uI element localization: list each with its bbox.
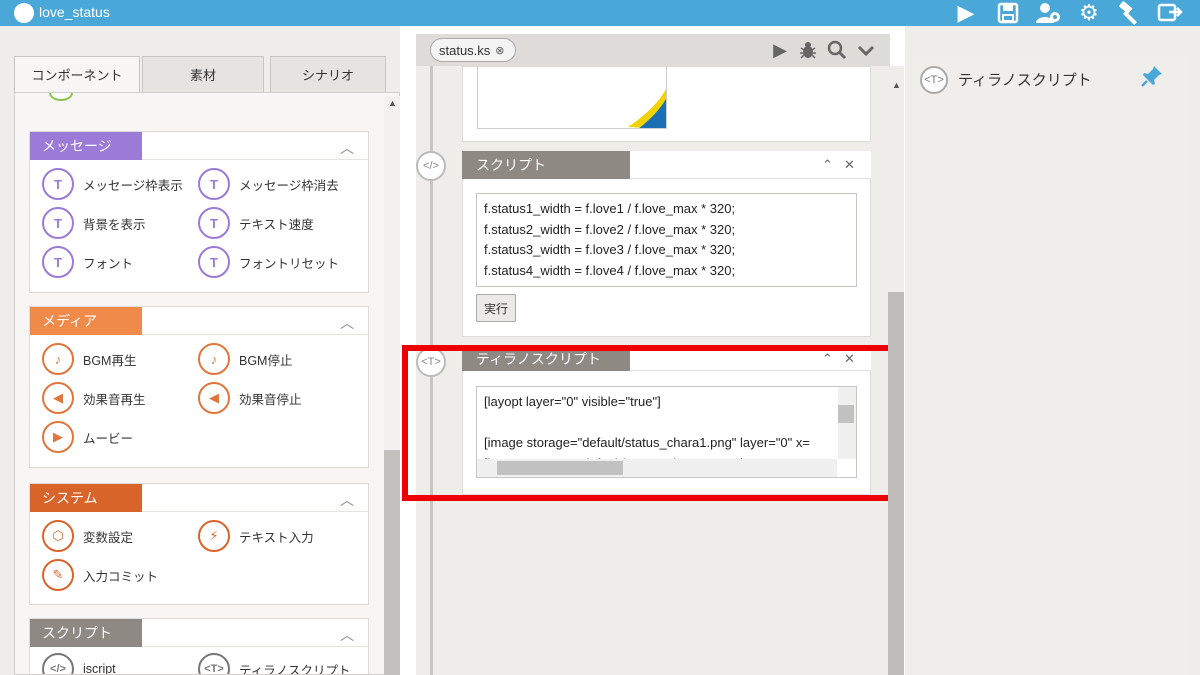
collapse-icon[interactable]: ︿ [340, 138, 354, 158]
image-block [462, 66, 871, 142]
message-show-icon: T [42, 168, 74, 200]
iscript-icon: </> [42, 653, 74, 674]
collapse-icon[interactable]: ︿ [340, 313, 354, 333]
section-system: システム ︿ ⬡ 変数設定 ⚡ テキスト入力 ✎ 入力コミット [29, 483, 369, 605]
component-show-background[interactable]: T 背景を表示 [42, 207, 146, 239]
component-bgm-stop[interactable]: ♪ BGM停止 [198, 343, 292, 375]
message-hide-icon: T [198, 168, 230, 200]
app-logo-icon [14, 3, 34, 23]
tab-assets[interactable]: 素材 [142, 56, 264, 92]
save-icon[interactable] [995, 0, 1021, 26]
scroll-up-icon[interactable]: ▲ [388, 98, 397, 108]
run-button[interactable]: 実行 [476, 294, 516, 322]
tyranoscript-icon: <T> [920, 66, 948, 94]
file-tab[interactable]: status.ks ⊗ [430, 38, 516, 62]
user-settings-icon[interactable] [1035, 0, 1061, 26]
component-panel: メッセージ ︿ T メッセージ枠表示 T メッセージ枠消去 T 背景を表示 T テキスト… [14, 92, 400, 675]
component-movie[interactable]: ▶ ムービー [42, 421, 133, 453]
editor-scrollbar-thumb[interactable] [888, 292, 904, 675]
text-speed-icon: T [198, 207, 230, 239]
component-tyranoscript[interactable]: <T> ティラノスクリプト [198, 653, 351, 674]
font-icon: T [42, 246, 74, 278]
search-icon[interactable] [826, 38, 848, 62]
component-iscript[interactable]: </> iscript [42, 653, 116, 674]
component-hide-message-window[interactable]: T メッセージ枠消去 [198, 168, 339, 200]
property-panel [905, 55, 1186, 675]
movie-icon: ▶ [42, 421, 74, 453]
property-panel-title: ティラノスクリプト [958, 72, 1092, 89]
component-variable[interactable]: ⬡ 変数設定 [42, 520, 133, 552]
component-text-input[interactable]: ⚡ テキスト入力 [198, 520, 314, 552]
font-reset-icon: T [198, 246, 230, 278]
section-title: システム [30, 484, 142, 512]
partial-component-icon [49, 93, 73, 101]
tyranoscript-icon: <T> [198, 653, 230, 674]
collapse-icon[interactable]: ⌃ [822, 157, 833, 173]
left-scrollbar-thumb[interactable] [384, 450, 400, 675]
section-media: メディア ︿ ♪ BGM再生 ♪ BGM停止 ◀ 効果音再生 ◀ 効果音停止 ▶ ムービー [29, 306, 369, 468]
se-play-icon: ◀ [42, 382, 74, 414]
hammer-icon[interactable] [1117, 0, 1143, 26]
component-show-message-window[interactable]: T メッセージ枠表示 [42, 168, 183, 200]
variable-icon: ⬡ [42, 520, 74, 552]
script-code-textarea[interactable]: f.status1_width = f.love1 / f.love_max *… [476, 193, 857, 287]
component-se-stop[interactable]: ◀ 効果音停止 [198, 382, 302, 414]
close-icon[interactable]: ✕ [844, 157, 855, 173]
collapse-icon[interactable]: ︿ [340, 490, 354, 510]
lightning-icon: ⚡ [198, 520, 230, 552]
script-block-header: スクリプト ⌃ ✕ [462, 151, 871, 179]
close-tab-icon[interactable]: ⊗ [495, 44, 504, 57]
chevron-down-icon[interactable] [855, 38, 877, 62]
pin-icon[interactable] [1140, 64, 1164, 94]
collapse-icon[interactable]: ︿ [340, 625, 354, 645]
window-title: love_status [39, 4, 110, 20]
se-stop-icon: ◀ [198, 382, 230, 414]
play-icon[interactable]: ▶ [769, 38, 791, 62]
section-message: メッセージ ︿ T メッセージ枠表示 T メッセージ枠消去 T 背景を表示 T テキスト… [29, 131, 369, 293]
section-script: スクリプト ︿ </> iscript <T> ティラノスクリプト [29, 618, 369, 674]
bgm-stop-icon: ♪ [198, 343, 230, 375]
play-icon[interactable]: ▶ [953, 0, 979, 26]
section-title: メディア [30, 307, 142, 335]
bgm-play-icon: ♪ [42, 343, 74, 375]
highlight-box [402, 345, 904, 501]
component-bgm-play[interactable]: ♪ BGM再生 [42, 343, 136, 375]
image-preview [477, 67, 667, 129]
component-text-speed[interactable]: T テキスト速度 [198, 207, 314, 239]
tab-scenario[interactable]: シナリオ [270, 56, 386, 92]
gear-icon[interactable]: ⚙ [1076, 0, 1102, 26]
script-node-icon: </> [416, 151, 446, 181]
component-font[interactable]: T フォント [42, 246, 133, 278]
script-block-title: スクリプト [462, 151, 630, 179]
file-tab-label: status.ks [439, 42, 491, 58]
scroll-up-icon[interactable]: ▲ [892, 80, 901, 90]
commit-icon: ✎ [42, 559, 74, 591]
bug-icon[interactable] [797, 38, 819, 62]
section-title: スクリプト [30, 619, 142, 647]
component-se-play[interactable]: ◀ 効果音再生 [42, 382, 146, 414]
tab-components[interactable]: コンポーネント [14, 56, 140, 92]
background-icon: T [42, 207, 74, 239]
component-input-commit[interactable]: ✎ 入力コミット [42, 559, 158, 591]
section-title: メッセージ [30, 132, 142, 160]
component-font-reset[interactable]: T フォントリセット [198, 246, 339, 278]
export-icon[interactable] [1157, 0, 1183, 26]
left-tabs: コンポーネント 素材 シナリオ [14, 56, 386, 92]
